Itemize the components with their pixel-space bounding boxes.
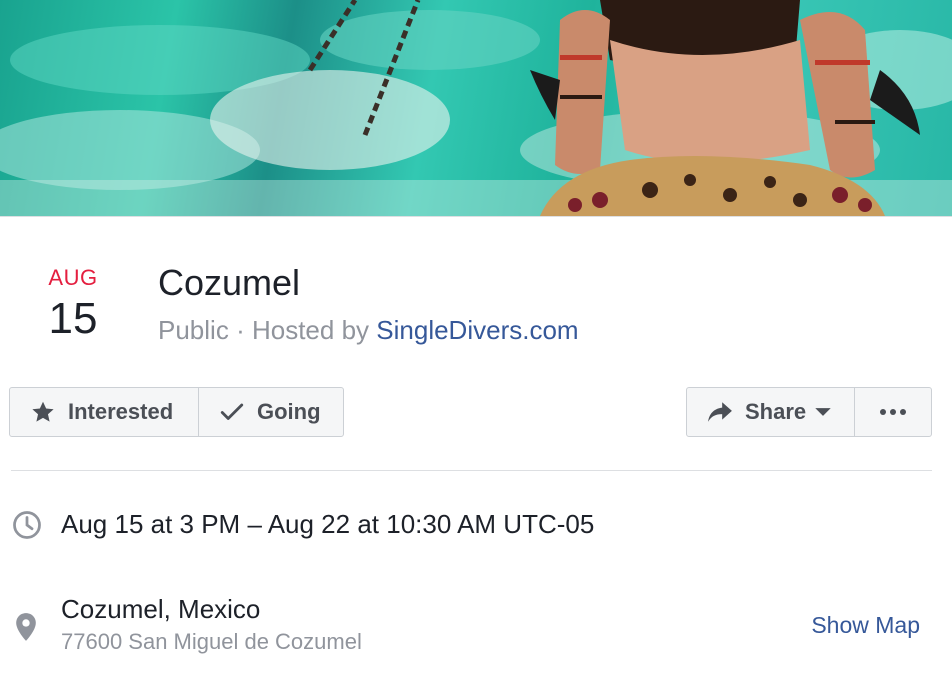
share-button-group: Share <box>686 387 932 437</box>
cover-divider <box>0 216 952 217</box>
event-time: Aug 15 at 3 PM – Aug 22 at 10:30 AM UTC-… <box>61 509 595 539</box>
going-button[interactable]: Going <box>198 388 343 436</box>
checkmark-icon <box>220 403 244 420</box>
location-address: 77600 San Miguel de Cozumel <box>61 629 362 654</box>
chevron-down-icon <box>815 408 831 416</box>
event-time-row: Aug 15 at 3 PM – Aug 22 at 10:30 AM UTC-… <box>12 505 932 545</box>
event-privacy: Public <box>158 315 229 345</box>
event-date: AUG 15 <box>32 266 114 344</box>
event-location-row: Cozumel, Mexico 77600 San Miguel de Cozu… <box>12 590 932 660</box>
hosted-by-label: Hosted by <box>251 315 370 345</box>
section-divider <box>11 470 932 471</box>
share-button[interactable]: Share <box>687 388 854 436</box>
event-date-day: 15 <box>48 294 98 343</box>
rsvp-button-group: Interested Going <box>9 387 344 437</box>
star-icon <box>32 401 54 422</box>
event-date-month: AUG <box>48 265 98 290</box>
interested-button[interactable]: Interested <box>10 388 198 436</box>
more-options-button[interactable] <box>854 388 931 436</box>
going-label: Going <box>257 399 321 424</box>
clock-icon <box>13 511 41 539</box>
more-dots-icon <box>880 409 906 415</box>
share-label: Share <box>745 399 807 424</box>
event-title: Cozumel <box>158 262 301 303</box>
cover-photo-illustration <box>0 0 952 216</box>
event-meta: Public · Hosted by SingleDivers.com <box>158 314 579 346</box>
share-arrow-icon <box>708 402 732 422</box>
show-map-link[interactable]: Show Map <box>811 610 920 640</box>
event-cover-photo[interactable] <box>0 0 952 216</box>
host-link[interactable]: SingleDivers.com <box>376 315 578 345</box>
meta-separator: · <box>236 315 245 345</box>
interested-label: Interested <box>68 399 174 424</box>
location-name[interactable]: Cozumel, Mexico <box>61 593 260 625</box>
location-pin-icon <box>16 613 36 641</box>
